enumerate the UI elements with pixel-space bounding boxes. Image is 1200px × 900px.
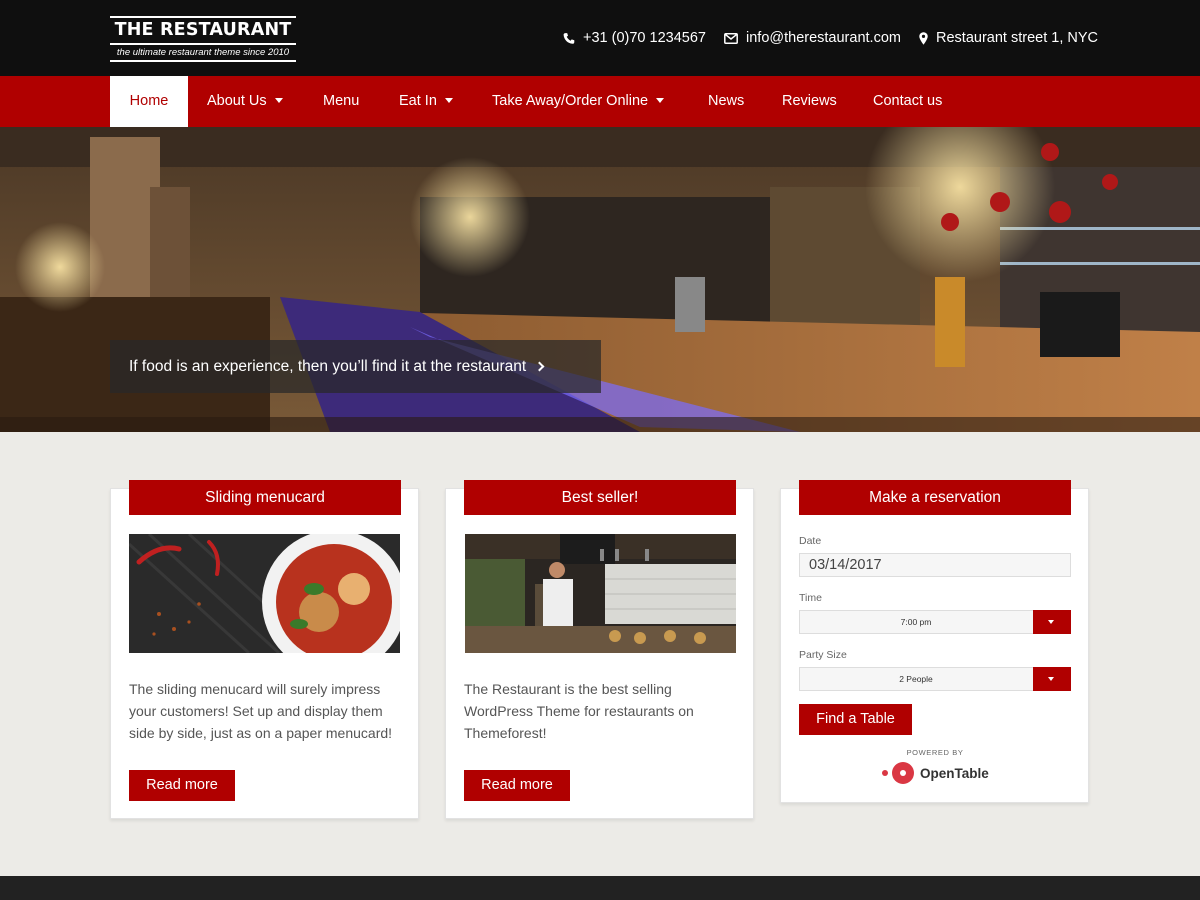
chevron-right-icon xyxy=(534,361,545,372)
food-dish-image xyxy=(129,534,400,653)
footer-bar xyxy=(0,876,1200,900)
chevron-down-icon xyxy=(444,98,453,103)
logo-tagline: the ultimate restaurant theme since 2010 xyxy=(116,47,290,58)
find-a-table-button[interactable]: Find a Table xyxy=(799,704,912,735)
read-more-button[interactable]: Read more xyxy=(129,770,235,801)
read-more-button[interactable]: Read more xyxy=(464,770,570,801)
kitchen-chef-image xyxy=(465,534,736,653)
chevron-down-icon xyxy=(1048,677,1054,681)
card-menucard: Sliding menucard The sliding menucard wi… xyxy=(110,480,419,819)
street-address: Restaurant street 1, NYC xyxy=(936,30,1098,46)
nav-item-news[interactable]: News xyxy=(708,76,744,127)
opentable-ring-icon xyxy=(892,762,914,784)
nav-item-about-us[interactable]: About Us xyxy=(207,76,283,127)
hero-caption-link[interactable]: If food is an experience, then you’ll fi… xyxy=(110,340,601,393)
nav-item-label: Take Away/Order Online xyxy=(492,93,649,109)
nav-item-label: About Us xyxy=(207,93,267,109)
card-description: The sliding menucard will surely impress… xyxy=(129,681,393,741)
card-title: Best seller! xyxy=(464,480,736,515)
phone-number: +31 (0)70 1234567 xyxy=(583,30,706,46)
date-field[interactable]: 03/14/2017 xyxy=(799,553,1071,577)
time-dropdown-button[interactable] xyxy=(1033,610,1071,634)
card-image[interactable] xyxy=(465,534,736,653)
main-nav: Home About Us Menu Eat In Take Away/Orde… xyxy=(0,76,1200,127)
nav-item-eat-in[interactable]: Eat In xyxy=(399,76,453,127)
logo-rule-top xyxy=(110,16,296,18)
opentable-dot-icon xyxy=(882,770,888,776)
contact-email[interactable]: info@therestaurant.com xyxy=(724,30,901,46)
chevron-down-icon xyxy=(656,98,665,103)
chevron-down-icon xyxy=(1048,620,1054,624)
party-size-label: Party Size xyxy=(799,649,847,661)
card-image[interactable] xyxy=(129,534,400,653)
party-size-dropdown-button[interactable] xyxy=(1033,667,1071,691)
map-pin-icon xyxy=(919,31,928,45)
top-bar: THE RESTAURANT the ultimate restaurant t… xyxy=(0,0,1200,76)
card-reservation: Make a reservation Date 03/14/2017 Time … xyxy=(780,480,1089,803)
time-select-value: 7:00 pm xyxy=(900,617,932,627)
chevron-down-icon xyxy=(274,98,283,103)
party-size-select[interactable]: 2 People xyxy=(799,667,1071,691)
card-title: Sliding menucard xyxy=(129,480,401,515)
time-label: Time xyxy=(799,592,822,604)
email-address: info@therestaurant.com xyxy=(746,30,901,46)
nav-item-contact-us[interactable]: Contact us xyxy=(873,76,942,127)
site-logo[interactable]: THE RESTAURANT the ultimate restaurant t… xyxy=(110,16,296,62)
phone-icon xyxy=(563,32,575,44)
envelope-icon xyxy=(724,32,738,44)
card-title: Make a reservation xyxy=(799,480,1071,515)
nav-item-take-away[interactable]: Take Away/Order Online xyxy=(492,76,665,127)
opentable-wordmark: OpenTable xyxy=(920,765,989,781)
contact-address[interactable]: Restaurant street 1, NYC xyxy=(919,30,1098,46)
logo-title: THE RESTAURANT xyxy=(114,20,292,40)
nav-item-home[interactable]: Home xyxy=(110,76,188,127)
powered-by-label: POWERED BY xyxy=(906,748,964,757)
card-bestseller: Best seller! The Restaurant is the best … xyxy=(445,480,754,819)
hero-caption-text: If food is an experience, then you’ll fi… xyxy=(129,358,527,375)
time-select[interactable]: 7:00 pm xyxy=(799,610,1071,634)
logo-rule-middle xyxy=(110,43,296,45)
logo-rule-bottom xyxy=(110,60,296,62)
card-description: The Restaurant is the best selling WordP… xyxy=(464,681,694,741)
hero-banner: If food is an experience, then you’ll fi… xyxy=(0,127,1200,432)
contact-phone[interactable]: +31 (0)70 1234567 xyxy=(563,30,706,46)
party-size-value: 2 People xyxy=(899,674,933,684)
date-label: Date xyxy=(799,535,822,547)
nav-item-menu[interactable]: Menu xyxy=(323,76,359,127)
opentable-logo[interactable]: OpenTable xyxy=(882,761,989,785)
nav-item-reviews[interactable]: Reviews xyxy=(782,76,837,127)
nav-item-label: Eat In xyxy=(399,93,437,109)
